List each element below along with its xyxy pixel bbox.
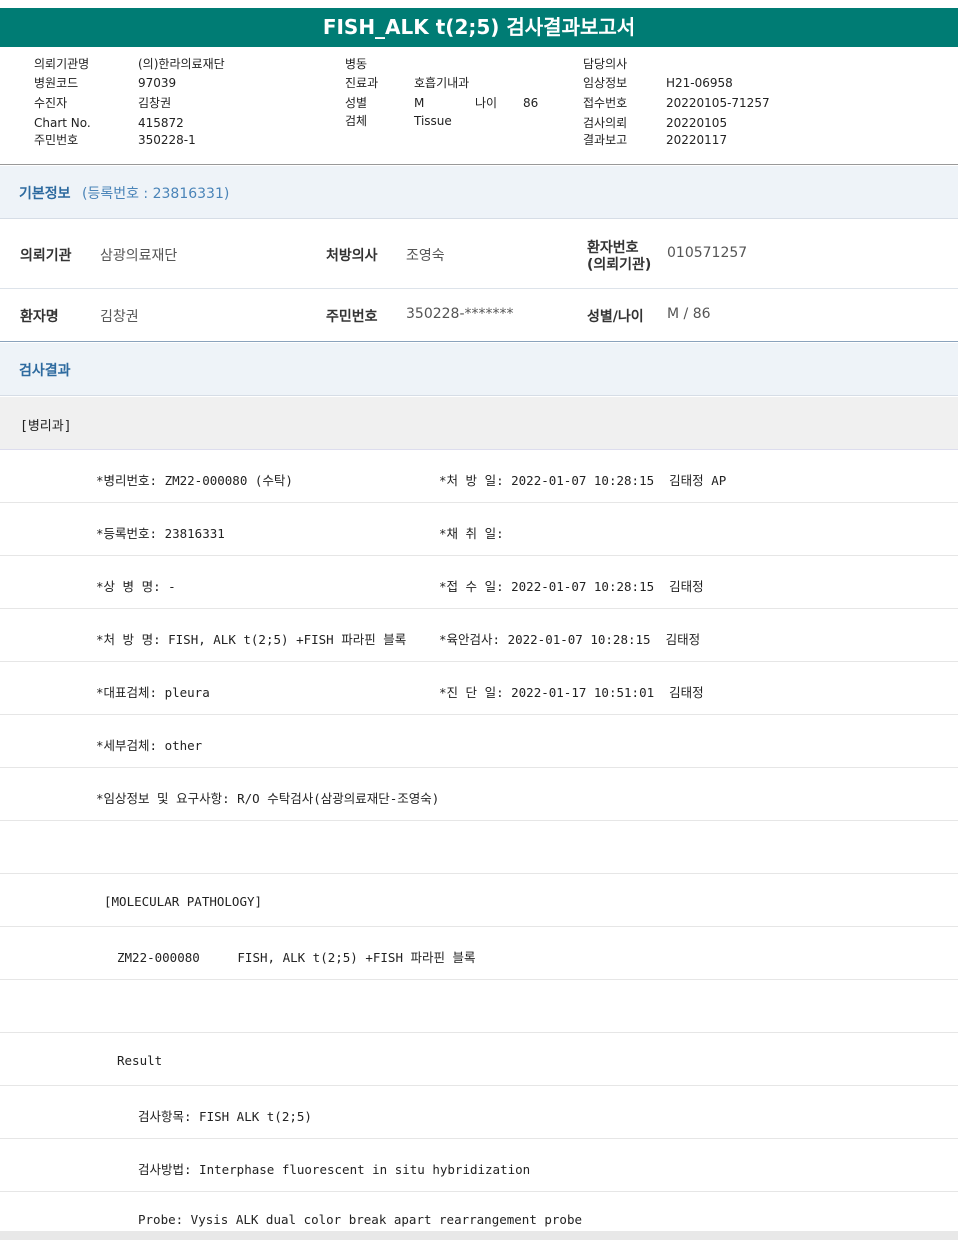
- result-left: *병리번호: ZM22-000080 (수탁): [96, 473, 293, 488]
- header-value: (의)한라의료재단: [138, 57, 225, 71]
- header-label: 병원코드: [34, 76, 79, 90]
- molecular-line: ZM22-000080 FISH, ALK t(2;5) +FISH 파라핀 블…: [117, 950, 476, 965]
- result-row: [MOLECULAR PATHOLOGY]: [0, 874, 958, 927]
- patient-name-label: 환자명: [20, 309, 59, 325]
- patient-no-sublabel: (의뢰기관): [587, 257, 652, 273]
- header-value: 20220105-71257: [666, 96, 770, 110]
- blank-row: [0, 980, 958, 1033]
- result-row: *세부검체: other: [0, 715, 958, 768]
- patient-name-value: 김창권: [100, 309, 139, 325]
- rrn-label: 주민번호: [326, 309, 378, 325]
- patient-no-value: 010571257: [667, 245, 748, 261]
- result-right: *접 수 일: 2022-01-07 10:28:15 김태정: [439, 579, 704, 594]
- info-row-1: 의뢰기관 삼광의료재단 처방의사 조영숙 환자번호 (의뢰기관) 0105712…: [0, 220, 958, 289]
- header-label: 병동: [345, 57, 368, 71]
- result-label: Result: [117, 1053, 163, 1068]
- header-value: M: [414, 96, 425, 110]
- header-value: H21-06958: [666, 76, 733, 90]
- blank-row: [0, 821, 958, 874]
- header-value: 20220105: [666, 116, 728, 130]
- result-left: *상 병 명: -: [96, 579, 176, 594]
- result-row: *대표검체: pleura *진 단 일: 2022-01-17 10:51:0…: [0, 662, 958, 715]
- header-value: 97039: [138, 76, 177, 90]
- result-row: *병리번호: ZM22-000080 (수탁) *처 방 일: 2022-01-…: [0, 450, 958, 503]
- result-row: *처 방 명: FISH, ALK t(2;5) +FISH 파라핀 블록 *육…: [0, 609, 958, 662]
- header-value: 호흡기내과: [414, 76, 470, 90]
- result-left: *처 방 명: FISH, ALK t(2;5) +FISH 파라핀 블록: [96, 632, 407, 647]
- result-right: *처 방 일: 2022-01-07 10:28:15 김태정 AP: [439, 473, 727, 488]
- header-label: 주민번호: [34, 133, 79, 147]
- registration-number: (등록번호 : 23816331): [82, 186, 230, 202]
- header-label: 임상정보: [583, 76, 628, 90]
- molecular-header: [MOLECULAR PATHOLOGY]: [104, 894, 263, 909]
- header-label: 수진자: [34, 96, 68, 110]
- result-row: *등록번호: 23816331 *채 취 일:: [0, 503, 958, 556]
- header-label: 검사의뢰: [583, 116, 628, 130]
- result-row: ZM22-000080 FISH, ALK t(2;5) +FISH 파라핀 블…: [0, 927, 958, 980]
- doctor-label: 처방의사: [326, 248, 378, 264]
- header-label: Chart No.: [34, 116, 91, 130]
- rrn-value: 350228-*******: [406, 306, 514, 322]
- header-label: 담당의사: [583, 57, 628, 71]
- header-value: 350228-1: [138, 133, 196, 147]
- section-title: 기본정보: [19, 186, 71, 202]
- result-row: 검사방법: Interphase fluorescent in situ hyb…: [0, 1139, 958, 1192]
- test-method: 검사방법: Interphase fluorescent in situ hyb…: [138, 1162, 531, 1177]
- header-label: 의뢰기관명: [34, 57, 90, 71]
- referral-value: 삼광의료재단: [100, 248, 178, 264]
- basic-info-section-header: 기본정보 (등록번호 : 23816331): [0, 166, 958, 219]
- header-label: 접수번호: [583, 96, 628, 110]
- result-left: *임상정보 및 요구사항: R/O 수탁검사(삼광의료재단-조영숙): [96, 791, 440, 806]
- sex-age-label: 성별/나이: [587, 309, 644, 325]
- section-title: 검사결과: [19, 363, 71, 379]
- header-value: 김창권: [138, 96, 172, 110]
- scrollbar-track[interactable]: [0, 1231, 958, 1240]
- header-divider: [0, 164, 958, 165]
- test-item: 검사항목: FISH ALK t(2;5): [138, 1109, 312, 1124]
- result-row: *임상정보 및 요구사항: R/O 수탁검사(삼광의료재단-조영숙): [0, 768, 958, 821]
- header-label: 성별: [345, 96, 368, 110]
- department-label: [병리과]: [20, 419, 72, 434]
- department-bar: [병리과]: [0, 397, 958, 450]
- referral-label: 의뢰기관: [20, 248, 72, 264]
- result-left: *세부검체: other: [96, 738, 203, 753]
- header-value: 20220117: [666, 133, 728, 147]
- report-title: FISH_ALK t(2;5) 검사결과보고서: [0, 8, 958, 47]
- result-right: *육안검사: 2022-01-07 10:28:15 김태정: [439, 632, 701, 647]
- result-left: *등록번호: 23816331: [96, 526, 225, 541]
- result-right: *채 취 일:: [439, 526, 504, 541]
- result-row: Result: [0, 1033, 958, 1086]
- header-label: 진료과: [345, 76, 379, 90]
- result-right: *진 단 일: 2022-01-17 10:51:01 김태정: [439, 685, 704, 700]
- doctor-value: 조영숙: [406, 248, 445, 264]
- header-label: 나이: [475, 96, 498, 110]
- header-value: 86: [523, 96, 539, 110]
- header-value: Tissue: [414, 114, 452, 128]
- results-section-header: 검사결과: [0, 343, 958, 396]
- result-row: *상 병 명: - *접 수 일: 2022-01-07 10:28:15 김태…: [0, 556, 958, 609]
- result-row: 검사항목: FISH ALK t(2;5): [0, 1086, 958, 1139]
- result-left: *대표검체: pleura: [96, 685, 210, 700]
- header-value: 415872: [138, 116, 184, 130]
- probe-info: Probe: Vysis ALK dual color break apart …: [138, 1212, 583, 1227]
- header-label: 검체: [345, 114, 368, 128]
- sex-age-value: M / 86: [667, 306, 711, 322]
- header-label: 결과보고: [583, 133, 628, 147]
- info-row-2: 환자명 김창권 주민번호 350228-******* 성별/나이 M / 86: [0, 289, 958, 342]
